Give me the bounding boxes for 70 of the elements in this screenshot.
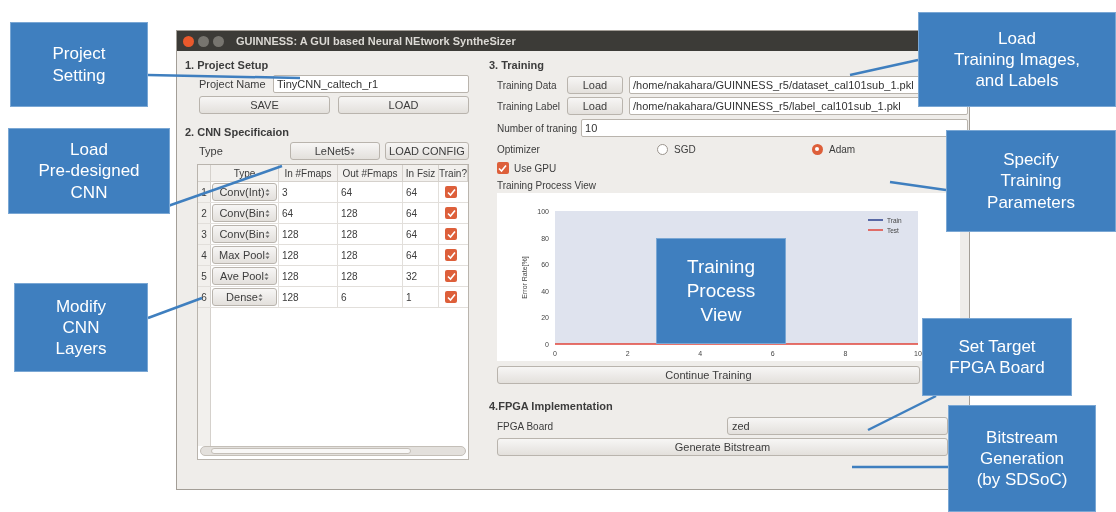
dropdown[interactable]: Ave Pool (212, 267, 277, 285)
button[interactable]: Generate Bitstream (497, 438, 948, 456)
table-cell: 128 (279, 266, 338, 286)
path-field[interactable]: /home/nakahara/GUINNESS_r5/label_cal101sub_1.pkl (629, 97, 968, 115)
callout-box: Specify Training Parameters (946, 130, 1116, 232)
table-cell: 64 (338, 182, 403, 202)
field-label: Type (199, 143, 224, 159)
callout-box: Load Training Images, and Labels (918, 12, 1116, 107)
field-label: Training Data (497, 78, 558, 93)
table-cell: 3 (279, 182, 338, 202)
option-label: Adam (829, 142, 856, 157)
field-label: FPGA Board (497, 419, 555, 434)
button[interactable]: SAVE (199, 96, 330, 114)
table-cell: 128 (279, 224, 338, 244)
section-heading: 3. Training (489, 58, 544, 73)
table-cell: 64 (403, 245, 439, 265)
table-cell: 6 (338, 287, 403, 307)
callout-box: Bitstream Generation (by SDSoC) (948, 405, 1096, 512)
table-cell: 128 (338, 224, 403, 244)
button[interactable]: LOAD (338, 96, 469, 114)
table-cell: 1 (403, 287, 439, 307)
column-header[interactable]: Out #Fmaps (338, 165, 403, 181)
section-heading: 4.FPGA Implementation (489, 399, 613, 414)
field-label: Optimizer (497, 142, 541, 157)
row-number: 3 (198, 224, 211, 244)
column-header[interactable]: In #Fmaps (279, 165, 338, 181)
section-heading: 1. Project Setup (185, 58, 269, 73)
table-cell: 64 (403, 224, 439, 244)
window-title: GUINNESS: A GUI based Neural NEtwork SyntheSizer (236, 33, 516, 49)
dropdown[interactable]: Conv(Bin (212, 225, 277, 243)
table-cell: 128 (338, 203, 403, 223)
callout-box: Load Pre-designed CNN (8, 128, 170, 214)
path-field[interactable]: /home/nakahara/GUINNESS_r5/dataset_cal101sub_1.pkl (629, 76, 920, 94)
row-number: 6 (198, 287, 211, 307)
dropdown[interactable]: Dense (212, 288, 277, 306)
dropdown[interactable]: LeNet5 (290, 142, 380, 160)
button[interactable]: LOAD CONFIG (385, 142, 469, 160)
number-field[interactable]: 10 (581, 119, 968, 137)
callout-box: Modify CNN Layers (14, 283, 148, 372)
callout-box: Training Process View (656, 238, 786, 344)
field-label: Number of traning (497, 121, 578, 136)
row-number: 4 (198, 245, 211, 265)
row-number: 2 (198, 203, 211, 223)
table-cell: 64 (279, 203, 338, 223)
column-header[interactable]: Train? (439, 165, 468, 181)
callout-box: Project Setting (10, 22, 148, 107)
column-header[interactable]: In Fsiz (403, 165, 439, 181)
load-button[interactable]: Load (567, 97, 623, 115)
table-cell: 128 (338, 266, 403, 286)
callout-box: Set Target FPGA Board (922, 318, 1072, 396)
dropdown[interactable]: Max Pool (212, 246, 277, 264)
text-field[interactable]: TinyCNN_caltech_r1 (273, 75, 469, 93)
table-cell: 64 (403, 203, 439, 223)
dropdown[interactable]: Conv(Bin (212, 204, 277, 222)
table-cell: 128 (279, 245, 338, 265)
field-label: Training Process View (497, 179, 596, 192)
dropdown[interactable]: Conv(Int) (212, 183, 277, 201)
table-cell: 128 (338, 245, 403, 265)
row-number: 5 (198, 266, 211, 286)
dropdown[interactable]: zed (727, 417, 948, 435)
section-heading: 2. CNN Specificaion (185, 125, 289, 140)
table-cell: 64 (403, 182, 439, 202)
checkbox-label: Use GPU (514, 161, 557, 176)
field-label: Training Label (497, 99, 561, 114)
table-cell: 128 (279, 287, 338, 307)
load-button[interactable]: Load (567, 76, 623, 94)
table-cell: 32 (403, 266, 439, 286)
button[interactable]: Continue Training (497, 366, 920, 384)
field-label: Project Name (199, 76, 267, 92)
option-label: SGD (674, 142, 696, 157)
